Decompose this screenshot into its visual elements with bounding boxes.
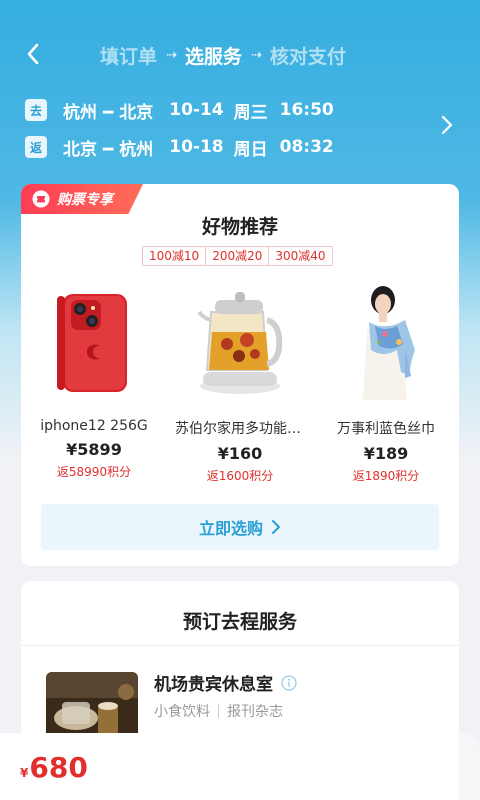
trip-weekday: 周日: [233, 139, 268, 160]
step-arrow-icon: ⇢: [166, 47, 177, 63]
promo-ribbon-label: 购票专享: [57, 192, 113, 208]
trip-to: 杭州: [119, 139, 154, 160]
product-card-scarf[interactable]: 万事利蓝色丝巾 ¥189 返1890积分: [313, 282, 459, 484]
service-name-text: 机场贵宾休息室: [154, 675, 273, 695]
trip-time: 16:50: [279, 100, 334, 120]
chevron-right-icon[interactable]: [440, 114, 454, 136]
coupon-tag: 100减10: [143, 247, 207, 265]
trip-return[interactable]: 返 北京 ━ 杭州 10-18 周日 08:32: [25, 134, 334, 160]
price-bar: ¥ 680: [0, 733, 480, 800]
currency-symbol: ¥: [20, 766, 29, 780]
ticket-badge-icon: [32, 190, 50, 208]
trip-time: 08:32: [279, 137, 334, 157]
product-name: 苏伯尔家用多功能养生壶: [175, 421, 313, 437]
product-points: 返1890积分: [352, 469, 420, 483]
trip-outbound[interactable]: 去 杭州 ━ 北京 10-14 周三 16:50: [25, 97, 334, 123]
header: 填订单 ⇢ 选服务 ⇢ 核对支付: [0, 0, 480, 100]
total-amount: 680: [29, 751, 88, 784]
coupon-tag: 300减40: [275, 249, 326, 263]
step-select-service: 选服务: [184, 45, 242, 68]
iphone-image: [57, 294, 127, 392]
product-card-kettle[interactable]: 苏伯尔家用多功能养生壶 ¥160 返1600积分: [167, 282, 313, 484]
product-price: ¥160: [217, 444, 263, 463]
service-tag: 小食饮料: [154, 704, 210, 720]
trip-weekday: 周三: [233, 102, 268, 123]
trip-date: 10-18: [169, 137, 224, 157]
product-name: iphone12 256G: [40, 418, 148, 434]
trip-route: 杭州 ━ 北京: [63, 98, 153, 123]
trip-from: 杭州: [63, 102, 97, 123]
service-item-name[interactable]: 机场贵宾休息室: [154, 670, 297, 695]
route-dash-icon: ━: [103, 139, 114, 160]
step-fill-order: 填订单: [100, 45, 158, 68]
product-points: 返1600积分: [206, 469, 274, 483]
trip-date: 10-14: [169, 100, 224, 120]
back-arrow-icon[interactable]: [22, 40, 46, 68]
buy-now-label: 立即选购: [198, 519, 263, 538]
service-tag: 报刊杂志: [227, 704, 283, 720]
service-tags: 小食饮料 报刊杂志: [154, 701, 283, 721]
chevron-right-icon: [272, 520, 280, 534]
step-check-pay: 核对支付: [269, 45, 346, 68]
trip-tag-return: 返: [25, 136, 47, 158]
total-price[interactable]: ¥ 680: [20, 751, 88, 784]
trip-route: 北京 ━ 杭州: [63, 135, 153, 160]
step-arrow-icon: ⇢: [250, 47, 262, 63]
product-price: ¥5899: [66, 440, 122, 459]
product-name: 万事利蓝色丝巾: [337, 421, 435, 437]
product-points: 返58990积分: [56, 465, 132, 479]
trip-to: 北京: [119, 102, 154, 123]
route-dash-icon: ━: [103, 102, 114, 123]
step-indicator: 填订单 ⇢ 选服务 ⇢ 核对支付: [100, 41, 346, 69]
kettle-image: [197, 292, 283, 394]
buy-now-button[interactable]: 立即选购: [41, 504, 439, 550]
coupon-tag: 200减20: [206, 247, 270, 265]
trip-tag-outbound: 去: [25, 99, 47, 121]
service-title: 预订去程服务: [182, 611, 297, 633]
product-card-iphone[interactable]: iphone12 256G ¥5899 返58990积分: [21, 282, 167, 480]
divider: [21, 645, 459, 646]
product-price: ¥189: [363, 444, 409, 463]
info-icon[interactable]: [281, 674, 297, 691]
promo-title: 好物推荐: [201, 216, 278, 238]
scarf-model-image: [363, 286, 415, 400]
trip-from: 北京: [63, 139, 97, 160]
promo-card: 购票专享 好物推荐 100减10 200减20 300减40 iphone12 …: [21, 184, 459, 566]
tag-separator: [218, 704, 219, 718]
coupon-strip[interactable]: 100减10 200减20 300减40: [142, 246, 333, 266]
